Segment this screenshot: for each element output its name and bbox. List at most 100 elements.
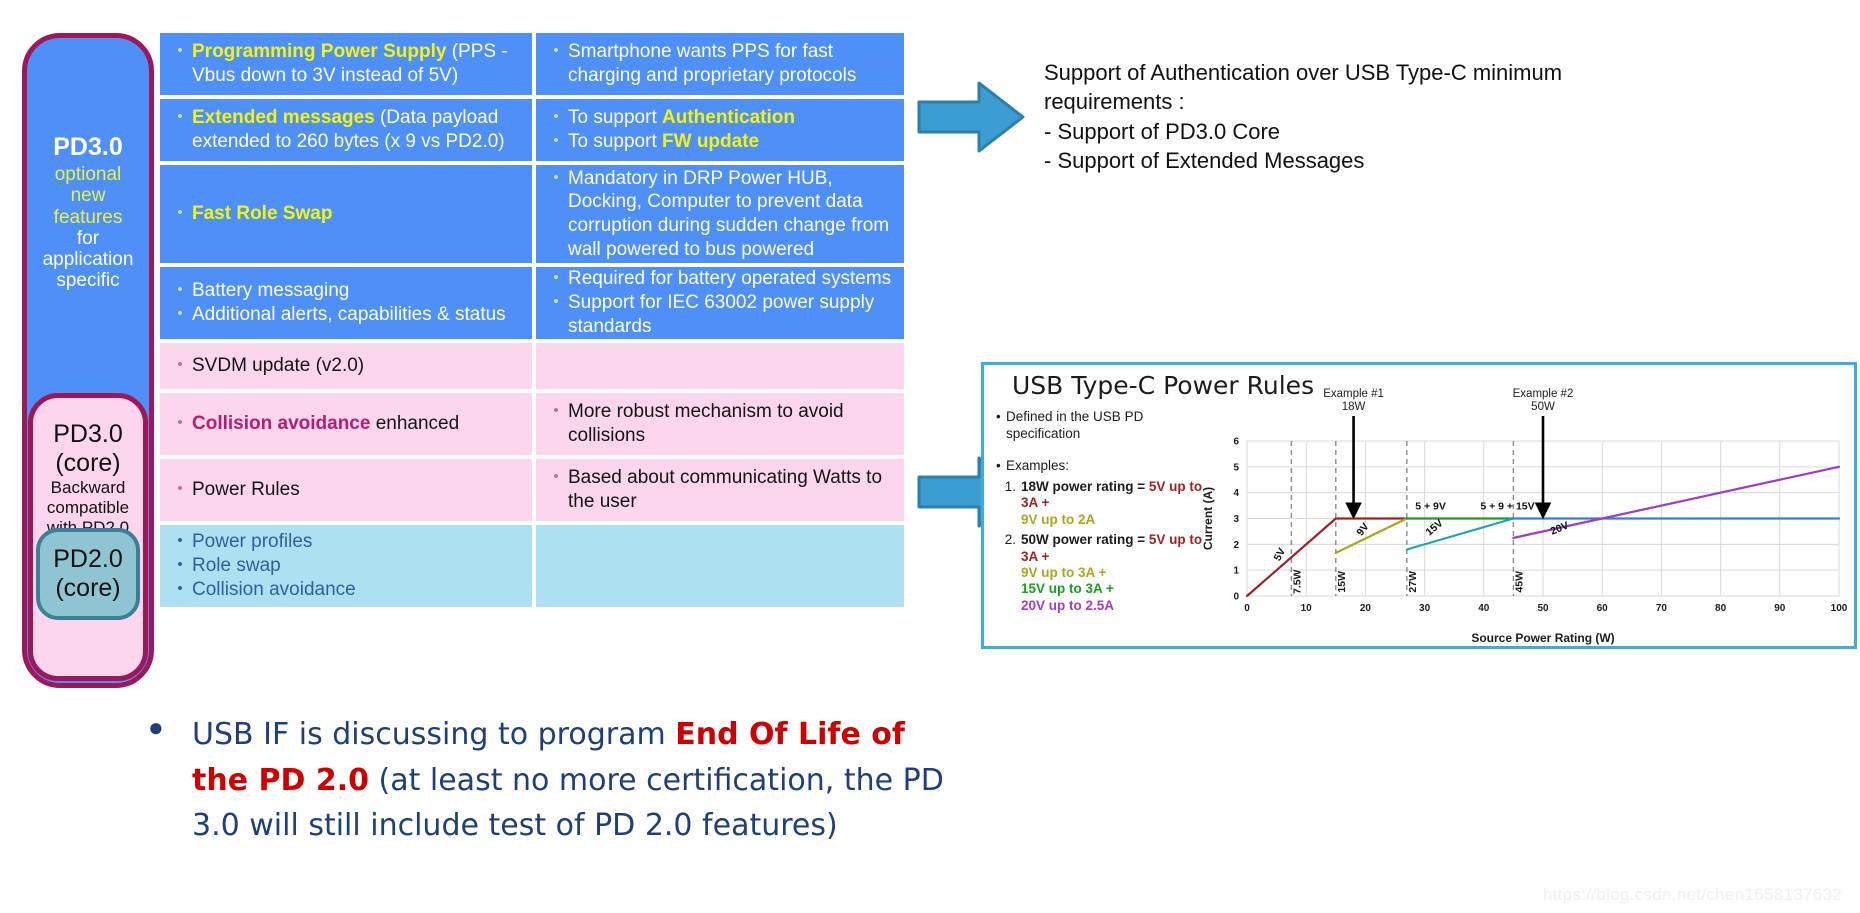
example-2-head: 50W power rating = xyxy=(1021,532,1149,548)
bullet-line: • Collision avoidance enhanced xyxy=(168,412,522,436)
bullet-dot-icon: • xyxy=(996,409,1001,424)
bullet-text: More robust mechanism to avoid collision… xyxy=(568,401,844,446)
auth-note-line4: - Support of Extended Messages xyxy=(1044,147,1365,173)
bullet-text: Additional alerts, capabilities & status xyxy=(192,304,506,325)
x-tick-label: 40 xyxy=(1478,603,1490,614)
x-tick-label: 30 xyxy=(1419,603,1431,614)
y-tick-label: 6 xyxy=(1233,437,1239,448)
bullet-highlight: Programming Power Supply xyxy=(192,41,447,63)
bullet-dot-icon: • xyxy=(177,108,183,126)
x-tick-label: 90 xyxy=(1774,603,1786,614)
x-tick-label: 80 xyxy=(1715,603,1727,614)
example-2-line3: 15V up to 3A + xyxy=(1021,581,1114,597)
x-tick-label: 60 xyxy=(1597,603,1609,614)
pd30-line-new: new xyxy=(70,185,106,207)
x-tick-label: 10 xyxy=(1301,603,1313,614)
bullet-line: • SVDM update (v2.0) xyxy=(168,354,522,378)
power-rules-example-1: 1. 18W power rating = 5V up to 3A + 9V u… xyxy=(996,479,1206,528)
bullet-line: • Power Rules xyxy=(168,478,522,502)
pd30-line-features: features xyxy=(53,206,123,228)
bullet-text: Role swap xyxy=(192,555,281,577)
power-rules-bullet-examples-text: Examples: xyxy=(1006,457,1070,473)
pd30-core-sub-compatible: compatible xyxy=(46,498,130,518)
bullet-line: • Programming Power Supply (PPS - Vbus do… xyxy=(168,40,522,88)
watermark: https://blog.csdn.net/chen1658137632 xyxy=(1542,885,1842,904)
y-axis-title: Current (A) xyxy=(1201,487,1215,550)
example-1-head: 18W power rating = xyxy=(1021,478,1149,494)
pd30-line-specific: specific xyxy=(56,270,120,292)
eol-statement-text: USB IF is discussing to program End Of L… xyxy=(192,712,948,849)
threshold-label: 7.5W xyxy=(1291,569,1303,594)
bullet-line: • Fast Role Swap xyxy=(168,202,522,226)
bullet-text: Programming Power Supply (PPS - Vbus dow… xyxy=(192,41,508,86)
bullet-line: • To support Authentication xyxy=(544,106,894,130)
table-cell-feature: • Programming Power Supply (PPS - Vbus do… xyxy=(160,33,532,95)
bullet-line: • Required for battery operated systems xyxy=(544,267,894,291)
y-tick-label: 0 xyxy=(1233,592,1239,603)
series-inline-label: 5 + 9V xyxy=(1415,500,1446,512)
eol-part1: USB IF is discussing to program xyxy=(192,717,676,752)
power-rules-explanation: • Defined in the USB PD specification • … xyxy=(996,409,1206,614)
slide-canvas: PD3.0 optional new features for applicat… xyxy=(0,0,1860,913)
bullet-text: Collision avoidance enhanced xyxy=(192,413,460,435)
bullet-dot-icon: • xyxy=(553,293,559,311)
annotation-value: 18W xyxy=(1342,401,1366,413)
bullet-text: Power profiles xyxy=(192,531,313,553)
auth-note-line1: Support of Authentication over USB Type-… xyxy=(1044,60,1563,85)
bullet-dot-icon: • xyxy=(177,414,183,432)
authentication-requirements-note: Support of Authentication over USB Type-… xyxy=(1044,58,1584,175)
table-cell-rationale xyxy=(536,525,904,607)
pd-version-stack: PD3.0 optional new features for applicat… xyxy=(22,33,154,688)
x-tick-label: 20 xyxy=(1360,603,1372,614)
bullet-text: To support FW update xyxy=(568,131,760,152)
bullet-text: Required for battery operated systems xyxy=(568,268,892,290)
table-cell-rationale xyxy=(536,343,904,389)
bullet-line: • More robust mechanism to avoid collisio… xyxy=(544,400,894,448)
bullet-text: Smartphone wants PPS for fast charging a… xyxy=(568,41,857,86)
bullet-dot-icon: • xyxy=(553,402,559,420)
threshold-label: 27W xyxy=(1407,571,1419,593)
pd20-core-title-line1: PD2.0 xyxy=(53,545,123,573)
table-row: • Battery messaging • Additional alerts, ca… xyxy=(160,267,1060,339)
x-axis-title: Source Power Rating (W) xyxy=(1471,631,1614,645)
bullet-dot-icon: • xyxy=(553,468,559,486)
power-rules-chart-svg: 7.5W 15W 27W 45W5V9V 15V 20V5 + 9V 5 + 9 + 15V… xyxy=(1201,388,1848,645)
bullet-dot-icon: • xyxy=(177,356,183,374)
table-cell-feature: • Power Rules xyxy=(160,459,532,521)
x-tick-label: 0 xyxy=(1244,603,1250,614)
table-cell-feature: • Extended messages (Data payload extende… xyxy=(160,99,532,161)
power-rules-example-2: 2. 50W power rating = 5V up to 3A + 9V u… xyxy=(996,532,1206,614)
bullet-line: • To support FW update xyxy=(544,130,894,154)
annotation-title: Example #2 xyxy=(1513,388,1574,400)
table-row: • SVDM update (v2.0) xyxy=(160,343,1060,389)
table-cell-rationale: • More robust mechanism to avoid collisio… xyxy=(536,393,904,455)
example-2-line2: 9V up to 3A + xyxy=(1021,564,1107,580)
bullet-line: • Additional alerts, capabilities & statu… xyxy=(168,303,522,327)
bullet-line: • Extended messages (Data payload extende… xyxy=(168,106,522,154)
table-cell-feature: • Collision avoidance enhanced xyxy=(160,393,532,455)
eol-statement: ● USB IF is discussing to program End Of… xyxy=(148,712,948,849)
pd30-core-sub-backward: Backward xyxy=(50,478,126,497)
table-row: • Collision avoidance enhanced • More robus… xyxy=(160,393,1060,455)
threshold-label: 45W xyxy=(1513,571,1525,593)
bullet-line: • Support for IEC 63002 power supply stan… xyxy=(544,291,894,339)
table-row: • Power profiles • Role swap • Collision avoi… xyxy=(160,525,1060,607)
bullet-text: Power Rules xyxy=(192,479,300,501)
table-cell-feature: • SVDM update (v2.0) xyxy=(160,343,532,389)
table-cell-feature: • Battery messaging • Additional alerts, ca… xyxy=(160,267,532,339)
pd30-line-application: application xyxy=(42,249,134,271)
bullet-line: • Power profiles xyxy=(168,530,522,554)
y-tick-label: 2 xyxy=(1233,540,1239,551)
pd30-line-for: for xyxy=(76,227,100,249)
bullet-dot-icon: • xyxy=(553,42,559,60)
power-rules-bullet-examples: • Examples: xyxy=(996,458,1206,475)
pd20-core-block: PD2.0 (core) xyxy=(36,528,140,620)
bullet-dot-icon: • xyxy=(177,42,183,60)
bullet-dot-icon: • xyxy=(177,532,183,550)
example-1-number: 1. xyxy=(1004,478,1016,494)
bullet-dot-icon: • xyxy=(177,281,183,299)
example-1-line2: 9V up to 2A xyxy=(1021,511,1096,527)
series-inline-label: 5 + 9 + 15V xyxy=(1480,500,1534,512)
bullet-dot-icon: • xyxy=(177,579,183,597)
bullet-text: Based about communicating Watts to the u… xyxy=(568,467,883,512)
